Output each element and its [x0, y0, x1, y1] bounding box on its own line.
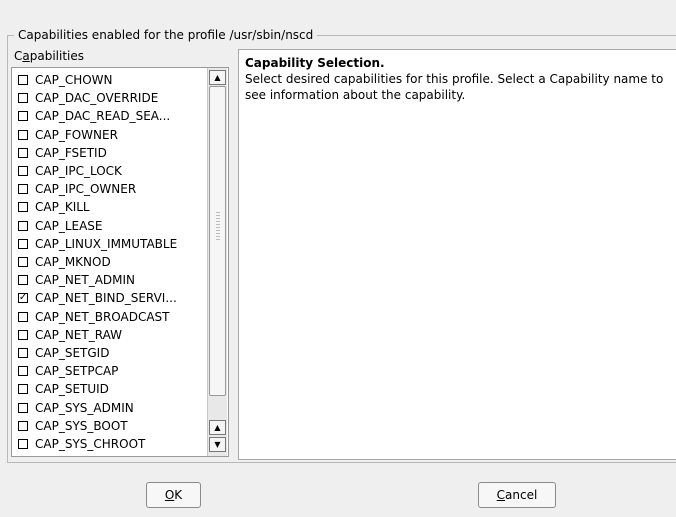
- capability-checkbox[interactable]: [18, 329, 28, 340]
- capability-item[interactable]: CAP_DAC_OVERRIDE: [18, 89, 158, 107]
- capability-checkbox[interactable]: [18, 220, 28, 231]
- capability-item[interactable]: ✓ CAP_NET_BIND_SERVI...: [18, 289, 177, 307]
- capability-checkbox[interactable]: [18, 147, 28, 158]
- capability-checkbox[interactable]: [18, 384, 28, 395]
- capability-checkbox[interactable]: [18, 75, 28, 85]
- capability-item[interactable]: CAP_FSETID: [18, 144, 107, 162]
- triangle-up-icon: ▲: [214, 422, 221, 432]
- scroll-up-button-lower[interactable]: ▲: [209, 420, 226, 435]
- grip-icon: [216, 212, 220, 242]
- capability-checkbox[interactable]: [18, 366, 28, 377]
- capability-item[interactable]: CAP_IPC_OWNER: [18, 180, 136, 198]
- capability-label: CAP_FSETID: [35, 145, 107, 160]
- capability-item[interactable]: CAP_NET_BROADCAST: [18, 308, 170, 326]
- capability-label: CAP_MKNOD: [35, 255, 111, 269]
- cancel-button[interactable]: Cancel: [478, 482, 556, 508]
- capability-label: CAP_SYS_CHROOT: [35, 437, 146, 451]
- info-text: Select desired capabilities for this pro…: [245, 72, 664, 102]
- capability-label: CAP_CHOWN: [35, 73, 113, 87]
- capabilities-label: Capabilities: [14, 49, 85, 63]
- capability-label: CAP_SETPCAP: [35, 364, 119, 379]
- capability-item[interactable]: CAP_SYS_ADMIN: [18, 399, 134, 417]
- capability-item[interactable]: CAP_NET_ADMIN: [18, 271, 135, 289]
- capability-item[interactable]: CAP_NET_RAW: [18, 326, 122, 344]
- capability-label: CAP_FOWNER: [35, 127, 118, 142]
- capability-checkbox[interactable]: [18, 439, 28, 449]
- list-scrollbar[interactable]: ▲ ▲ ▼: [207, 68, 227, 456]
- group-title: Capabilities enabled for the profile /us…: [14, 27, 318, 43]
- capability-label: CAP_LINUX_IMMUTABLE: [35, 236, 178, 251]
- capability-label: CAP_NET_BIND_SERVI...: [35, 291, 177, 306]
- capability-label: CAP_NET_ADMIN: [35, 273, 136, 288]
- capability-checkbox[interactable]: [18, 238, 28, 249]
- capability-label: CAP_IPC_LOCK: [35, 164, 122, 178]
- triangle-up-icon: ▲: [214, 72, 221, 82]
- capability-item[interactable]: CAP_MKNOD: [18, 253, 111, 271]
- capability-item[interactable]: CAP_SETPCAP: [18, 362, 118, 380]
- triangle-down-icon: ▼: [214, 439, 221, 449]
- capability-label: CAP_DAC_OVERRIDE: [35, 91, 159, 106]
- capability-label: CAP_NET_RAW: [35, 327, 122, 342]
- capability-item[interactable]: CAP_KILL: [18, 198, 90, 216]
- capability-label: CAP_DAC_READ_SEA...: [35, 109, 171, 124]
- capability-item[interactable]: CAP_IPC_LOCK: [18, 162, 122, 180]
- info-panel: Capability Selection. Select desired cap…: [238, 49, 676, 460]
- capability-item[interactable]: CAP_DAC_READ_SEA...: [18, 107, 170, 125]
- capability-item[interactable]: CAP_SETGID: [18, 344, 109, 362]
- capability-checkbox[interactable]: [18, 348, 28, 358]
- capability-item[interactable]: CAP_CHOWN: [18, 71, 113, 89]
- capability-item[interactable]: CAP_SYS_CHROOT: [18, 435, 145, 453]
- capability-label: CAP_SYS_ADMIN: [35, 400, 134, 415]
- capability-checkbox[interactable]: [18, 129, 28, 140]
- capability-checkbox[interactable]: [18, 93, 28, 104]
- capability-checkbox[interactable]: [18, 257, 28, 267]
- capability-checkbox[interactable]: [18, 402, 28, 413]
- capability-item[interactable]: CAP_SYS_BOOT: [18, 417, 128, 435]
- capability-checkbox[interactable]: ✓: [18, 292, 28, 304]
- capability-label: CAP_SETGID: [35, 346, 110, 360]
- capability-label: CAP_KILL: [35, 200, 90, 215]
- capability-label: CAP_SYS_BOOT: [35, 418, 128, 433]
- scroll-up-button[interactable]: ▲: [209, 70, 226, 85]
- capability-checkbox[interactable]: [18, 275, 28, 286]
- capability-checkbox[interactable]: [18, 311, 28, 322]
- info-title: Capability Selection.: [245, 56, 385, 70]
- scroll-down-button[interactable]: ▼: [209, 437, 226, 452]
- capability-checkbox[interactable]: [18, 111, 28, 122]
- capability-checkbox[interactable]: [18, 184, 28, 195]
- capability-item[interactable]: CAP_LINUX_IMMUTABLE: [18, 235, 177, 253]
- scroll-thumb[interactable]: [209, 86, 226, 396]
- ok-button[interactable]: OK: [146, 482, 201, 508]
- capability-label: CAP_IPC_OWNER: [35, 182, 137, 197]
- capability-checkbox[interactable]: [18, 166, 28, 176]
- capability-item[interactable]: CAP_FOWNER: [18, 126, 118, 144]
- capabilities-list[interactable]: CAP_CHOWN CAP_DAC_OVERRIDE CAP_DAC_READ_SE…: [11, 67, 229, 457]
- capability-label: CAP_NET_BROADCAST: [35, 309, 170, 324]
- check-icon: ✓: [18, 292, 28, 304]
- capability-item[interactable]: CAP_SETUID: [18, 380, 109, 398]
- capability-label: CAP_SETUID: [35, 382, 109, 397]
- capability-label: CAP_LEASE: [35, 218, 103, 233]
- capability-item[interactable]: CAP_LEASE: [18, 217, 103, 235]
- capability-checkbox[interactable]: [18, 202, 28, 213]
- capability-checkbox[interactable]: [18, 420, 28, 431]
